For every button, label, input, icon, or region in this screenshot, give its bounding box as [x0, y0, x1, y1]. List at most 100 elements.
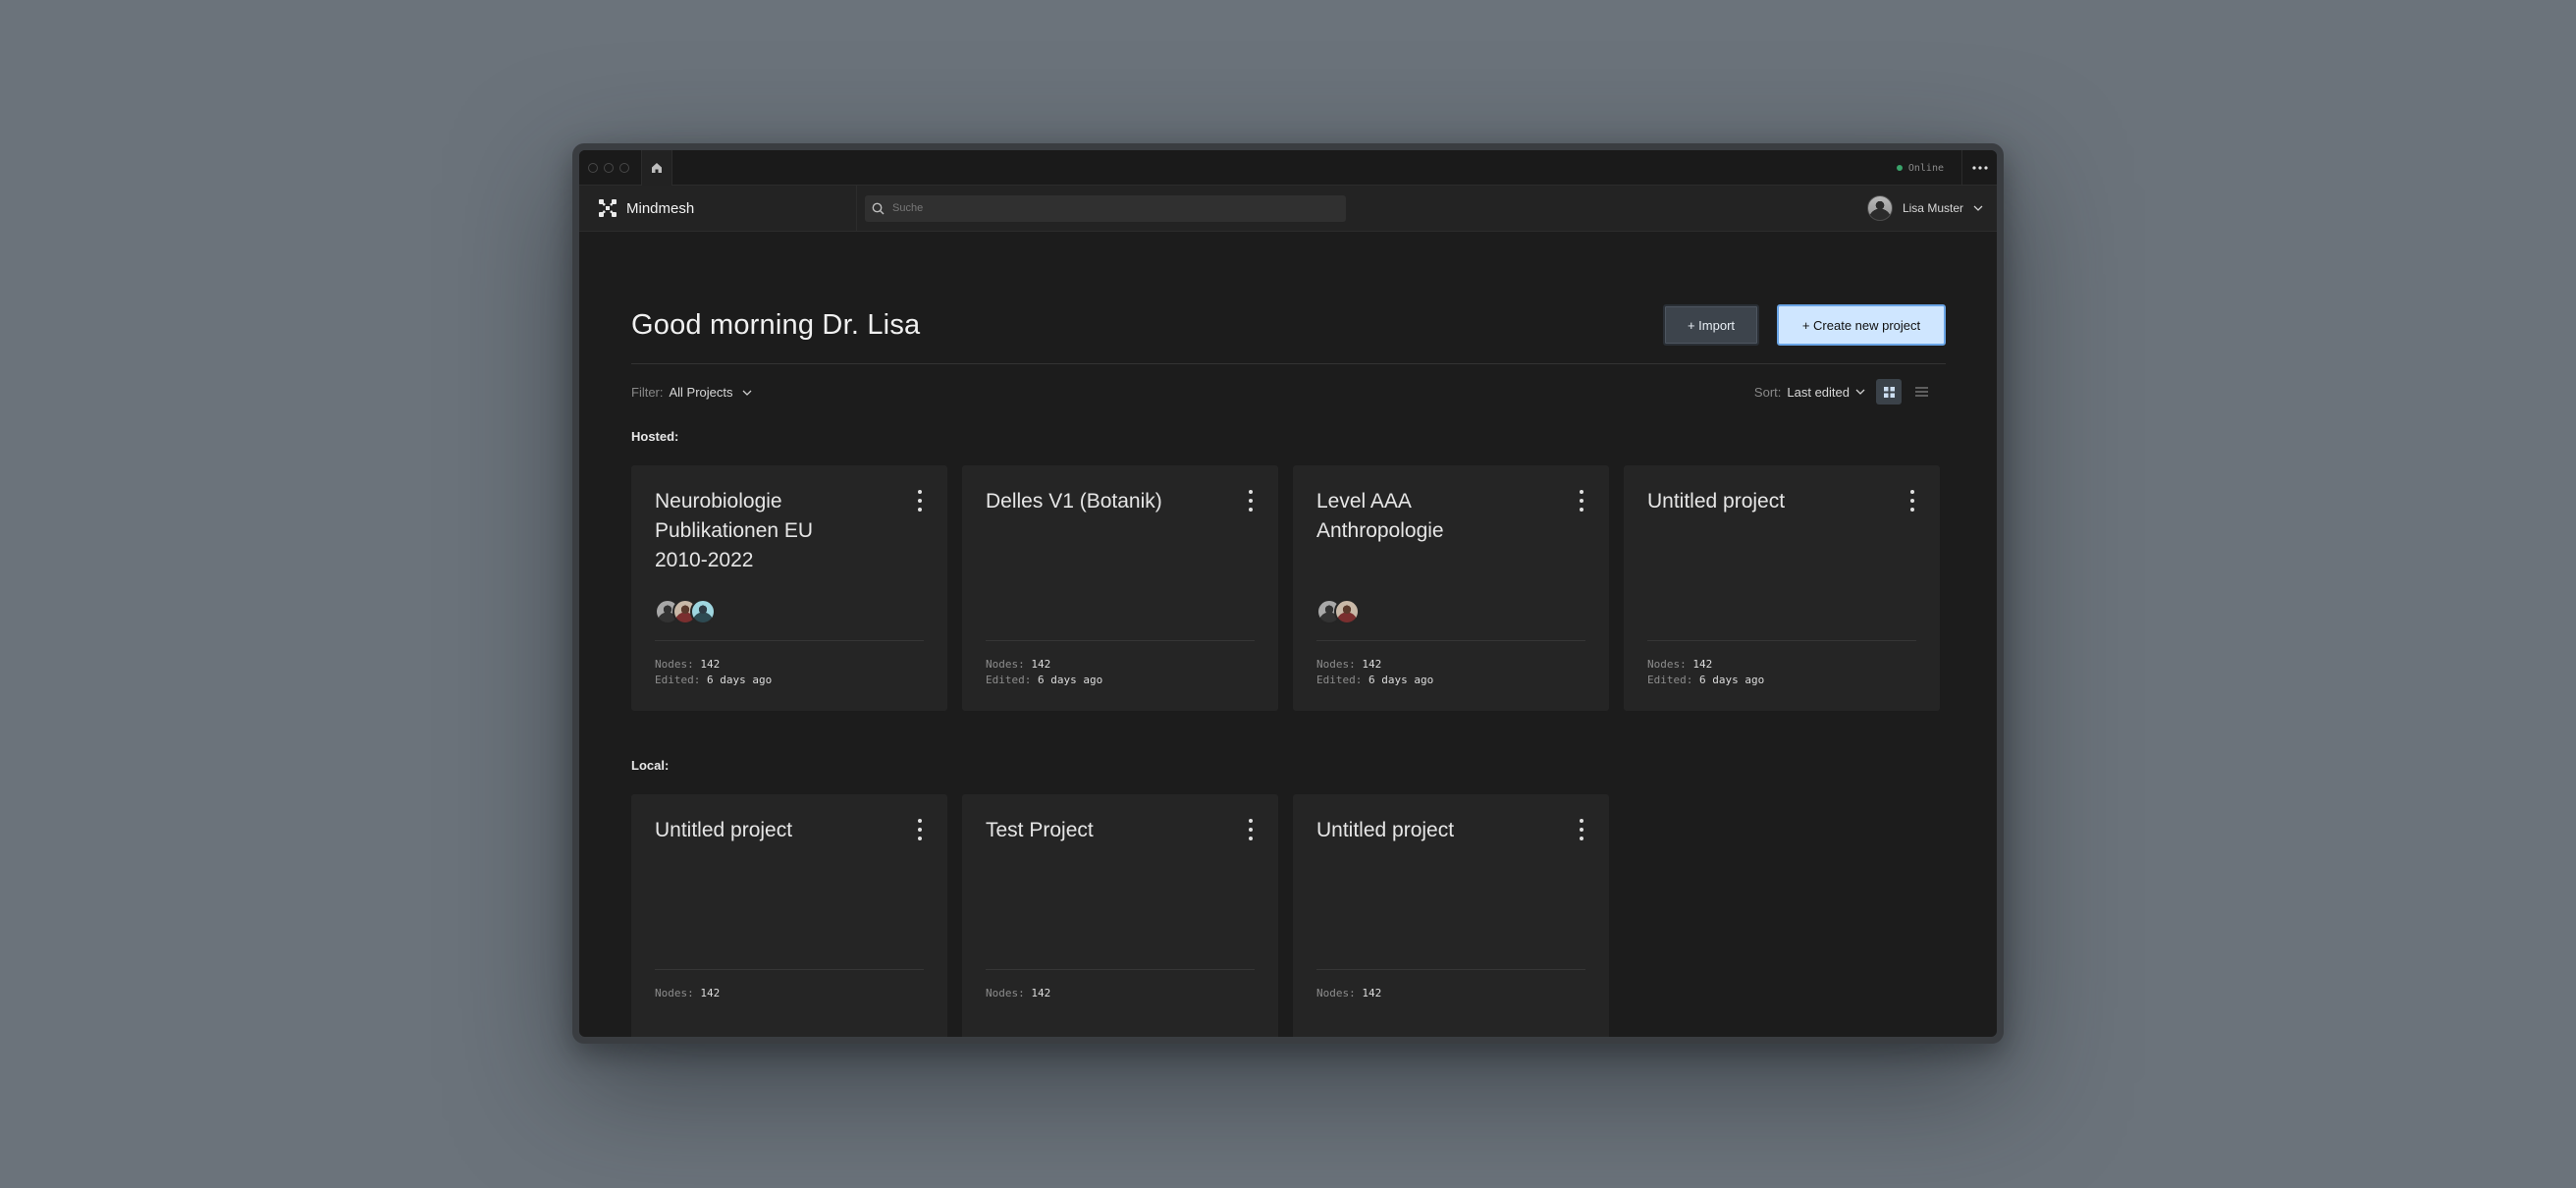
nodes-count: 142	[1362, 987, 1382, 999]
project-meta: Nodes: 142 Edited: 6 days ago	[1316, 640, 1585, 688]
project-menu-button[interactable]	[1576, 490, 1587, 512]
nodes-count: 142	[1362, 658, 1382, 671]
project-card[interactable]: Level AAA Anthropologie Nodes: 142 Edite…	[1293, 465, 1609, 711]
project-menu-button[interactable]	[1906, 490, 1918, 512]
minimize-window-button[interactable]	[604, 162, 614, 173]
nodes-label: Nodes:	[655, 658, 694, 671]
nodes-label: Nodes:	[655, 987, 694, 999]
nodes-label: Nodes:	[986, 658, 1025, 671]
filter-value: All Projects	[669, 384, 733, 400]
hosted-section-label: Hosted:	[631, 429, 679, 444]
project-meta: Nodes: 142	[1316, 969, 1585, 1001]
list-view-button[interactable]	[1908, 379, 1934, 405]
maximize-window-button[interactable]	[619, 162, 629, 173]
edited-time: 6 days ago	[1037, 674, 1103, 686]
nodes-label: Nodes:	[1316, 987, 1356, 999]
filter-label: Filter:	[631, 384, 664, 400]
project-card[interactable]: Untitled project Nodes: 142	[631, 794, 947, 1037]
edited-label: Edited:	[1647, 674, 1693, 686]
filter-dropdown[interactable]: Filter: All Projects	[631, 385, 752, 400]
nodes-count: 142	[1031, 658, 1051, 671]
app-window: Online Mindmesh Suche Lisa Muster Good m…	[572, 143, 2004, 1044]
project-title: Level AAA Anthropologie	[1316, 490, 1444, 542]
project-card[interactable]: Test Project Nodes: 142	[962, 794, 1278, 1037]
project-card[interactable]: Neurobiologie Publikationen EU 2010-2022…	[631, 465, 947, 711]
project-meta: Nodes: 142 Edited: 6 days ago	[655, 640, 924, 688]
nodes-label: Nodes:	[986, 987, 1025, 999]
project-title: Untitled project	[1647, 490, 1786, 513]
nodes-count: 142	[700, 658, 721, 671]
search-bar[interactable]	[865, 194, 1346, 222]
edited-label: Edited:	[1316, 674, 1363, 686]
grid-view-button[interactable]	[1876, 379, 1902, 405]
page-title: Good morning Dr. Lisa	[631, 309, 921, 341]
header-actions: + Import + Create new project	[1663, 304, 1946, 346]
main-content: Good morning Dr. Lisa + Import + Create …	[579, 232, 1997, 1037]
nodes-label: Nodes:	[1647, 658, 1687, 671]
edited-time: 6 days ago	[706, 674, 773, 686]
project-menu-button[interactable]	[914, 490, 926, 512]
search-icon	[872, 202, 885, 214]
project-meta: Nodes: 142 Edited: 6 days ago	[986, 640, 1255, 688]
chevron-down-icon	[1973, 205, 1983, 211]
avatar	[1334, 599, 1360, 624]
close-window-button[interactable]	[588, 162, 598, 173]
avatar	[690, 599, 716, 624]
project-title: Test Project	[986, 819, 1094, 841]
project-title: Untitled project	[1316, 819, 1455, 841]
home-icon	[652, 162, 662, 173]
project-toolbar: Filter: All Projects Sort: Last edited	[631, 364, 1946, 419]
project-menu-button[interactable]	[1245, 490, 1257, 512]
project-title: Untitled project	[655, 819, 793, 841]
app-header: Mindmesh Lisa Muster	[579, 186, 1997, 232]
more-horizontal-icon	[1971, 166, 1988, 170]
project-card[interactable]: Untitled project Nodes: 142	[1293, 794, 1609, 1037]
user-menu[interactable]: Lisa Muster	[1866, 186, 1983, 231]
title-bar: Online	[579, 150, 1997, 186]
page-header: Good morning Dr. Lisa + Import + Create …	[631, 232, 1946, 364]
more-options-button[interactable]	[1961, 150, 1997, 186]
app-frame: Online Mindmesh Suche Lisa Muster Good m…	[579, 150, 1997, 1037]
project-title: Delles V1 (Botanik)	[986, 490, 1162, 513]
nodes-count: 142	[1031, 987, 1051, 999]
brand[interactable]: Mindmesh	[579, 186, 857, 231]
view-toggle	[1876, 379, 1934, 405]
connection-status: Online	[1896, 150, 1944, 186]
project-card[interactable]: Untitled project Nodes: 142 Edited: 6 da…	[1624, 465, 1940, 711]
edited-time: 6 days ago	[1698, 674, 1765, 686]
chevron-down-icon	[742, 390, 752, 396]
sort-dropdown[interactable]: Sort: Last edited	[1754, 385, 1865, 400]
chevron-down-icon	[1855, 389, 1865, 395]
collaborators	[655, 599, 716, 624]
nodes-label: Nodes:	[1316, 658, 1356, 671]
create-project-button[interactable]: + Create new project	[1777, 304, 1946, 346]
project-menu-button[interactable]	[914, 819, 926, 840]
user-avatar	[1866, 195, 1893, 221]
collaborators	[1316, 599, 1360, 624]
local-section-label: Local:	[631, 758, 670, 773]
project-meta: Nodes: 142	[986, 969, 1255, 1001]
list-icon	[1914, 387, 1928, 397]
edited-time: 6 days ago	[1368, 674, 1434, 686]
edited-label: Edited:	[986, 674, 1032, 686]
project-meta: Nodes: 142	[655, 969, 924, 1001]
home-tab[interactable]	[641, 150, 672, 186]
project-card[interactable]: Delles V1 (Botanik) Nodes: 142 Edited: 6…	[962, 465, 1278, 711]
window-controls	[579, 162, 629, 173]
mindmesh-logo-icon	[599, 199, 617, 217]
project-menu-button[interactable]	[1245, 819, 1257, 840]
nodes-count: 142	[1692, 658, 1713, 671]
status-text: Online	[1907, 162, 1944, 174]
project-meta: Nodes: 142 Edited: 6 days ago	[1647, 640, 1916, 688]
search-input[interactable]	[892, 202, 1324, 214]
grid-icon	[1883, 386, 1895, 398]
edited-label: Edited:	[655, 674, 701, 686]
nodes-count: 142	[700, 987, 721, 999]
sort-value: Last edited	[1787, 384, 1850, 400]
import-button[interactable]: + Import	[1663, 304, 1759, 346]
user-name: Lisa Muster	[1902, 201, 1963, 215]
project-menu-button[interactable]	[1576, 819, 1587, 840]
sort-label: Sort:	[1753, 384, 1782, 400]
brand-name: Mindmesh	[626, 199, 695, 217]
hosted-projects-grid: Neurobiologie Publikationen EU 2010-2022…	[631, 465, 1946, 711]
